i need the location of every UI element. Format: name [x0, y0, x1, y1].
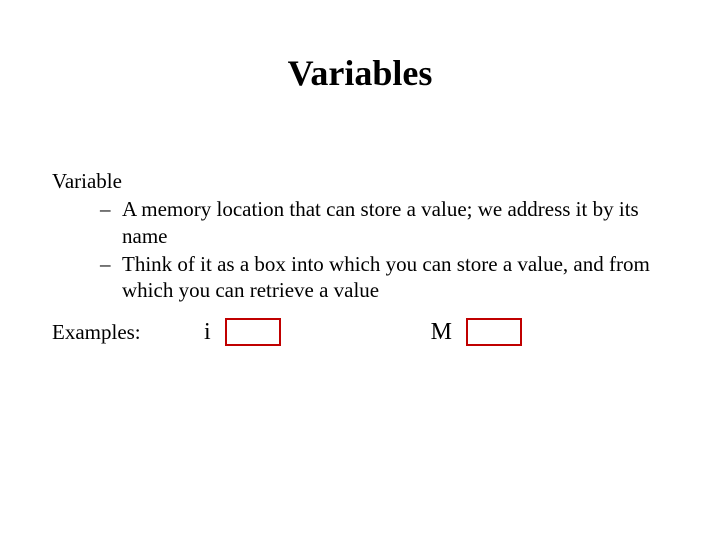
examples-row: Examples: i M — [52, 318, 668, 346]
variable-example: i — [204, 318, 281, 346]
bullet-item: Think of it as a box into which you can … — [100, 251, 668, 304]
variable-example: M — [431, 318, 522, 346]
slide-title: Variables — [0, 0, 720, 94]
variable-name: i — [204, 319, 211, 346]
bullet-item: A memory location that can store a value… — [100, 196, 668, 249]
examples-label: Examples: — [52, 320, 192, 345]
slide: Variables Variable A memory location tha… — [0, 0, 720, 540]
variable-box — [466, 318, 522, 346]
variable-box — [225, 318, 281, 346]
term-label: Variable — [52, 168, 668, 194]
bullet-list: A memory location that can store a value… — [52, 196, 668, 303]
body: Variable A memory location that can stor… — [52, 168, 668, 305]
variable-name: M — [431, 319, 452, 346]
